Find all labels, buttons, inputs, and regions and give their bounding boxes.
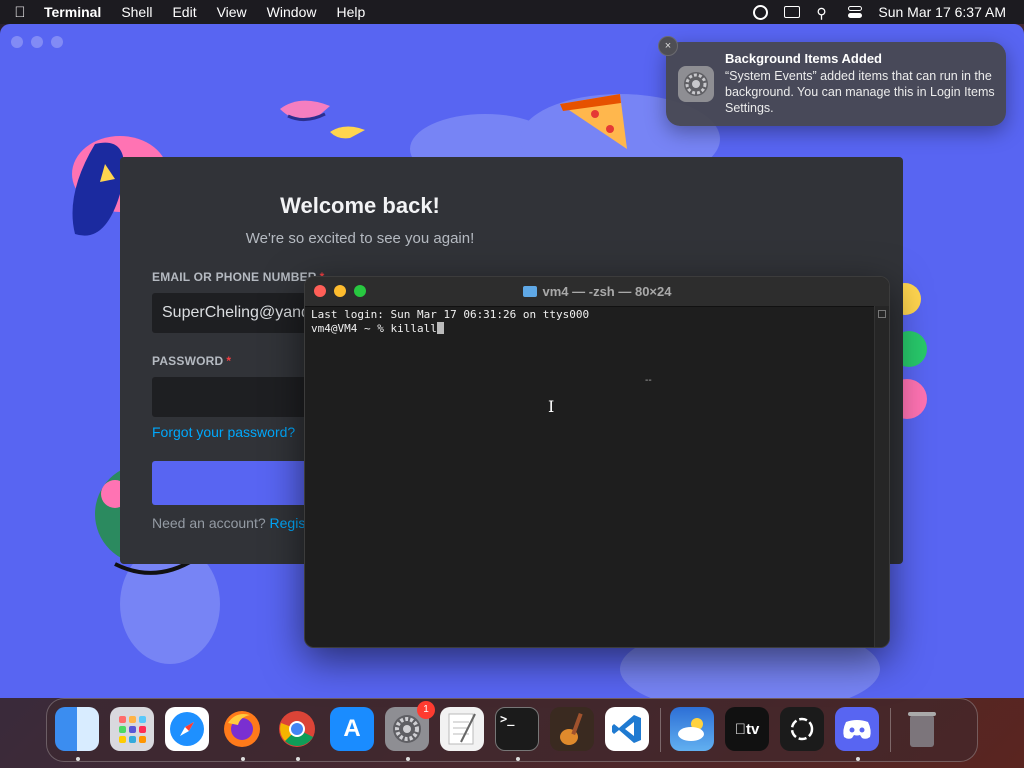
menu-help[interactable]: Help bbox=[326, 0, 375, 24]
dock-weather[interactable] bbox=[670, 707, 716, 753]
guitar-icon bbox=[550, 707, 594, 751]
dock-finder[interactable] bbox=[55, 707, 101, 761]
control-center-icon[interactable] bbox=[848, 6, 863, 18]
vscode-icon bbox=[605, 707, 649, 751]
last-login-line: Last login: Sun Mar 17 06:31:26 on ttys0… bbox=[311, 308, 590, 321]
window-close-button[interactable] bbox=[11, 36, 23, 48]
dock-chatgpt[interactable] bbox=[780, 707, 826, 753]
terminal-window[interactable]: vm4 — -zsh — 80×24 Last login: Sun Mar 1… bbox=[304, 276, 890, 648]
dock-trash[interactable] bbox=[900, 707, 946, 753]
folder-icon bbox=[522, 286, 537, 297]
menu-shell[interactable]: Shell bbox=[111, 0, 162, 24]
menu-edit[interactable]: Edit bbox=[162, 0, 206, 24]
notification-close-button[interactable]: × bbox=[658, 36, 678, 56]
required-asterisk: * bbox=[226, 354, 232, 368]
dock: A 1 >_ tv bbox=[46, 698, 978, 762]
chatgpt-icon bbox=[780, 707, 824, 751]
dock-separator bbox=[890, 708, 891, 752]
pizza-slice-illustration bbox=[560, 94, 627, 149]
terminal-scrollbar[interactable] bbox=[874, 306, 889, 647]
finder-icon bbox=[55, 707, 99, 751]
login-heading: Welcome back! bbox=[280, 193, 440, 218]
running-indicator bbox=[406, 757, 410, 761]
stray-mark: -- bbox=[645, 375, 652, 386]
apple-tv-icon: tv bbox=[725, 707, 769, 751]
dock-chrome[interactable] bbox=[275, 707, 321, 761]
weather-cloud-icon bbox=[670, 707, 714, 751]
email-label-text: EMAIL OR PHONE NUMBER bbox=[152, 270, 317, 284]
forgot-password-link[interactable]: Forgot your password? bbox=[152, 424, 295, 440]
menu-window[interactable]: Window bbox=[257, 0, 327, 24]
menu-view[interactable]: View bbox=[207, 0, 257, 24]
discord-controller-icon bbox=[835, 707, 879, 751]
running-indicator bbox=[76, 757, 80, 761]
running-indicator bbox=[516, 757, 520, 761]
trash-icon bbox=[900, 707, 944, 751]
dock-vscode[interactable] bbox=[605, 707, 651, 753]
need-account-text: Need an account? Registe bbox=[152, 515, 317, 531]
terminal-title-text: vm4 — -zsh — 80×24 bbox=[542, 284, 672, 299]
terminal-title: vm4 — -zsh — 80×24 bbox=[305, 277, 889, 306]
safari-compass-icon bbox=[165, 707, 209, 751]
dock-safari[interactable] bbox=[165, 707, 211, 753]
password-label: PASSWORD * bbox=[152, 354, 231, 368]
dock-textedit[interactable] bbox=[440, 707, 486, 753]
spotlight-search-icon[interactable]: ⚲ bbox=[816, 5, 832, 21]
menu-clock[interactable]: Sun Mar 17 6:37 AM bbox=[878, 4, 1006, 20]
notification-badge: 1 bbox=[417, 701, 435, 719]
running-indicator bbox=[296, 757, 300, 761]
flying-fish-illustration bbox=[280, 100, 365, 139]
screen-mirroring-icon[interactable] bbox=[784, 6, 801, 18]
login-subheading: We're so excited to see you again! bbox=[245, 230, 475, 247]
dock-firefox[interactable] bbox=[220, 707, 266, 761]
chrome-icon bbox=[275, 707, 319, 751]
system-settings-gear-icon bbox=[678, 66, 714, 102]
dock-launchpad[interactable] bbox=[110, 707, 156, 753]
window-minimize-button[interactable] bbox=[31, 36, 43, 48]
terminal-titlebar[interactable]: vm4 — -zsh — 80×24 bbox=[305, 277, 889, 307]
apple-menu-icon[interactable]:  bbox=[0, 4, 40, 21]
menu-bar:  Terminal Shell Edit View Window Help ⚲… bbox=[0, 0, 1024, 24]
launchpad-icon bbox=[110, 707, 154, 751]
firefox-icon bbox=[220, 707, 264, 751]
ibeam-pointer-icon: I bbox=[548, 397, 555, 416]
running-indicator bbox=[856, 757, 860, 761]
prompt-line: vm4@VM4 ~ % killall bbox=[311, 321, 437, 335]
textedit-icon bbox=[440, 707, 484, 751]
dock-discord[interactable] bbox=[835, 707, 881, 761]
text-cursor bbox=[436, 321, 444, 334]
dock-app-store[interactable]: A bbox=[330, 707, 376, 753]
password-label-text: PASSWORD bbox=[152, 354, 224, 368]
dock-garageband[interactable] bbox=[550, 707, 596, 753]
window-zoom-button[interactable] bbox=[51, 36, 63, 48]
notification-title: Background Items Added bbox=[725, 51, 882, 66]
chatgpt-status-icon[interactable] bbox=[753, 4, 769, 20]
dock-system-settings[interactable]: 1 bbox=[385, 701, 435, 761]
running-indicator bbox=[241, 757, 245, 761]
tv-label: tv bbox=[740, 720, 759, 738]
menu-app-terminal[interactable]: Terminal bbox=[40, 0, 111, 24]
terminal-output[interactable]: Last login: Sun Mar 17 06:31:26 on ttys0… bbox=[311, 308, 873, 647]
notification-body: “System Events” added items that can run… bbox=[725, 69, 995, 115]
terminal-prompt-icon: >_ bbox=[495, 707, 539, 751]
background-items-notification[interactable]: × Background Items Added “System Events”… bbox=[658, 36, 1006, 126]
dock-tv[interactable]: tv bbox=[725, 707, 771, 753]
email-label: EMAIL OR PHONE NUMBER* bbox=[152, 270, 325, 284]
app-store-icon: A bbox=[330, 707, 374, 751]
need-account-label: Need an account? bbox=[152, 515, 266, 531]
dock-separator bbox=[660, 708, 661, 752]
scrollbar-thumb[interactable] bbox=[878, 310, 886, 318]
dock-terminal[interactable]: >_ bbox=[495, 707, 541, 761]
